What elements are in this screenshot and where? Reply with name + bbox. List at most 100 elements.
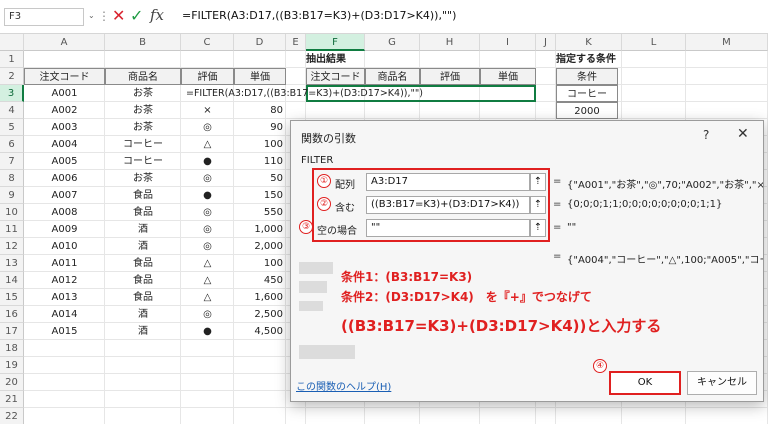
row-header-21[interactable]: 21 xyxy=(0,391,24,408)
table-cell[interactable]: 食品 xyxy=(105,187,181,204)
function-help-link[interactable]: この関数のヘルプ(H) xyxy=(296,378,391,393)
row-header-3[interactable]: 3 xyxy=(0,85,24,102)
table-cell[interactable]: 1,000 xyxy=(234,221,286,238)
formula-input[interactable]: =FILTER(A3:D17,((B3:B17=K3)+(D3:D17>K4))… xyxy=(182,9,456,22)
table-cell[interactable]: 100 xyxy=(234,136,286,153)
table-cell[interactable]: × xyxy=(181,102,234,119)
ok-button[interactable]: OK xyxy=(609,371,681,395)
table-cell[interactable]: A014 xyxy=(24,306,105,323)
table-cell[interactable]: A001 xyxy=(24,85,105,102)
table-cell[interactable]: A004 xyxy=(24,136,105,153)
table-cell[interactable]: 80 xyxy=(234,102,286,119)
table-cell[interactable]: ◎ xyxy=(181,204,234,221)
column-header-e[interactable]: E xyxy=(286,34,306,51)
table-cell[interactable]: コーヒー xyxy=(105,136,181,153)
if-empty-input[interactable]: "" xyxy=(366,219,530,237)
row-header-20[interactable]: 20 xyxy=(0,374,24,391)
column-header-a[interactable]: A xyxy=(24,34,105,51)
table-cell[interactable]: ● xyxy=(181,187,234,204)
table-cell[interactable]: お茶 xyxy=(105,119,181,136)
table-cell[interactable]: 2,500 xyxy=(234,306,286,323)
chevron-down-icon[interactable]: ⌄ xyxy=(88,11,95,20)
cancel-entry-icon[interactable]: ✕ xyxy=(112,6,125,25)
table-cell[interactable]: A007 xyxy=(24,187,105,204)
row-header-8[interactable]: 8 xyxy=(0,170,24,187)
table-cell[interactable]: 450 xyxy=(234,272,286,289)
column-header-h[interactable]: H xyxy=(420,34,480,51)
table-cell[interactable]: △ xyxy=(181,136,234,153)
table-cell[interactable]: A005 xyxy=(24,153,105,170)
column-header-f[interactable]: F xyxy=(306,34,365,51)
column-header-g[interactable]: G xyxy=(365,34,420,51)
row-header-17[interactable]: 17 xyxy=(0,323,24,340)
table-cell[interactable]: 550 xyxy=(234,204,286,221)
table-cell[interactable]: コーヒー xyxy=(105,153,181,170)
table-cell[interactable]: 食品 xyxy=(105,289,181,306)
table-cell[interactable]: △ xyxy=(181,272,234,289)
close-icon[interactable]: ✕ xyxy=(737,126,749,142)
table-cell[interactable]: 110 xyxy=(234,153,286,170)
table-cell[interactable]: ● xyxy=(181,153,234,170)
table-cell[interactable]: 食品 xyxy=(105,272,181,289)
row-header-6[interactable]: 6 xyxy=(0,136,24,153)
column-header-j[interactable]: J xyxy=(536,34,556,51)
table-cell[interactable]: A011 xyxy=(24,255,105,272)
confirm-entry-icon[interactable]: ✓ xyxy=(130,6,143,25)
table-cell[interactable]: 150 xyxy=(234,187,286,204)
row-header-7[interactable]: 7 xyxy=(0,153,24,170)
row-header-10[interactable]: 10 xyxy=(0,204,24,221)
table-cell[interactable]: 90 xyxy=(234,119,286,136)
collapse-dialog-icon[interactable]: ⇡ xyxy=(530,219,546,237)
table-cell[interactable]: お茶 xyxy=(105,170,181,187)
table-cell[interactable]: A002 xyxy=(24,102,105,119)
table-cell[interactable]: 食品 xyxy=(105,204,181,221)
help-icon[interactable]: ? xyxy=(703,128,709,142)
table-cell[interactable]: A003 xyxy=(24,119,105,136)
collapse-dialog-icon[interactable]: ⇡ xyxy=(530,196,546,214)
table-cell[interactable]: 食品 xyxy=(105,255,181,272)
table-cell[interactable]: ◎ xyxy=(181,306,234,323)
condition-value-1[interactable]: コーヒー xyxy=(556,85,618,102)
row-header-18[interactable]: 18 xyxy=(0,340,24,357)
row-header-2[interactable]: 2 xyxy=(0,68,24,85)
table-cell[interactable]: 2,000 xyxy=(234,238,286,255)
column-header-i[interactable]: I xyxy=(480,34,536,51)
column-header-d[interactable]: D xyxy=(234,34,286,51)
table-cell[interactable]: A012 xyxy=(24,272,105,289)
table-cell[interactable]: お茶 xyxy=(105,102,181,119)
array-input[interactable]: A3:D17 xyxy=(366,173,530,191)
table-cell[interactable]: ● xyxy=(181,323,234,340)
table-cell[interactable]: A013 xyxy=(24,289,105,306)
row-header-15[interactable]: 15 xyxy=(0,289,24,306)
table-cell[interactable]: 50 xyxy=(234,170,286,187)
row-header-13[interactable]: 13 xyxy=(0,255,24,272)
table-cell[interactable]: 酒 xyxy=(105,323,181,340)
row-header-4[interactable]: 4 xyxy=(0,102,24,119)
table-cell[interactable]: ◎ xyxy=(181,119,234,136)
table-cell[interactable]: ◎ xyxy=(181,170,234,187)
row-header-16[interactable]: 16 xyxy=(0,306,24,323)
table-cell[interactable]: 100 xyxy=(234,255,286,272)
table-cell[interactable]: 1,600 xyxy=(234,289,286,306)
row-header-19[interactable]: 19 xyxy=(0,357,24,374)
collapse-dialog-icon[interactable]: ⇡ xyxy=(530,173,546,191)
table-cell[interactable]: A010 xyxy=(24,238,105,255)
row-header-5[interactable]: 5 xyxy=(0,119,24,136)
column-header-k[interactable]: K xyxy=(556,34,622,51)
column-header-c[interactable]: C xyxy=(181,34,234,51)
include-input[interactable]: ((B3:B17=K3)+(D3:D17>K4)) xyxy=(366,196,530,214)
table-cell[interactable]: ◎ xyxy=(181,238,234,255)
row-header-22[interactable]: 22 xyxy=(0,408,24,424)
table-cell[interactable]: 酒 xyxy=(105,221,181,238)
table-cell[interactable]: A008 xyxy=(24,204,105,221)
table-cell[interactable]: 酒 xyxy=(105,306,181,323)
table-cell[interactable]: A015 xyxy=(24,323,105,340)
row-header-11[interactable]: 11 xyxy=(0,221,24,238)
column-header-m[interactable]: M xyxy=(686,34,768,51)
table-cell[interactable]: △ xyxy=(181,289,234,306)
cancel-button[interactable]: キャンセル xyxy=(687,371,757,395)
column-header-l[interactable]: L xyxy=(622,34,686,51)
table-cell[interactable]: △ xyxy=(181,255,234,272)
condition-value-2[interactable]: 2000 xyxy=(556,102,618,119)
insert-function-icon[interactable]: fx xyxy=(150,6,164,24)
